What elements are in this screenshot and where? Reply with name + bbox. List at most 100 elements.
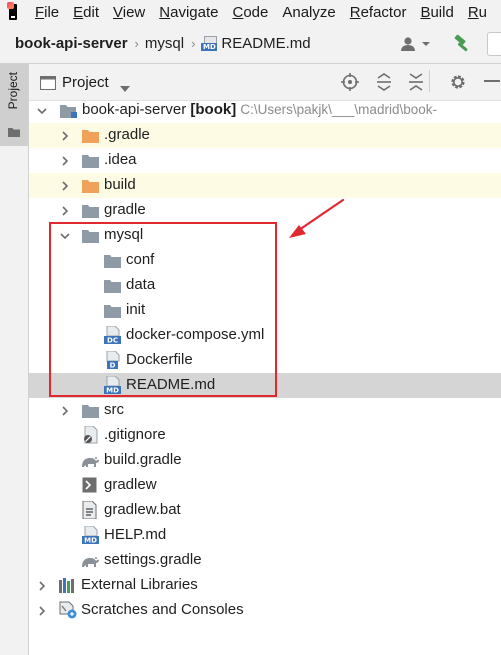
breadcrumb-folder[interactable]: mysql bbox=[145, 35, 184, 52]
breadcrumb-file[interactable]: README.md bbox=[221, 35, 310, 52]
svg-text:MD: MD bbox=[106, 387, 119, 395]
tree-row-mysql[interactable]: mysql bbox=[29, 223, 501, 248]
svg-text:DC: DC bbox=[107, 337, 118, 345]
folder-icon bbox=[8, 124, 20, 142]
orange-folder-icon bbox=[82, 180, 99, 193]
tree-item-label: gradle bbox=[104, 201, 146, 218]
tree-item-label: build bbox=[104, 176, 136, 193]
menu-build[interactable]: Build bbox=[420, 4, 453, 21]
menu-view[interactable]: View bbox=[113, 4, 145, 21]
tree-row-conf[interactable]: conf bbox=[29, 248, 501, 273]
folder-icon bbox=[104, 280, 121, 293]
tree-item-label: .gitignore bbox=[104, 426, 166, 443]
menu-analyze[interactable]: Analyze bbox=[282, 4, 335, 21]
folder-icon bbox=[104, 305, 121, 318]
chevron-right-icon[interactable] bbox=[37, 606, 47, 616]
chevron-down-icon[interactable] bbox=[37, 106, 47, 116]
root-project-name: book-api-server bbox=[82, 101, 187, 118]
project-tab-label: Project bbox=[6, 72, 20, 110]
tree-item-label: .gradle bbox=[104, 126, 150, 143]
build-hammer-icon[interactable] bbox=[452, 34, 472, 58]
folder-icon bbox=[104, 255, 121, 268]
red-arrow-icon bbox=[289, 198, 345, 238]
root-module-name: [book] bbox=[190, 101, 237, 118]
tree-row-build[interactable]: build bbox=[29, 173, 501, 198]
tree-row-root[interactable]: book-api-server [book] C:\Users\pakjk\__… bbox=[29, 98, 501, 123]
dockerfile-icon: D bbox=[106, 351, 120, 369]
menu-edit[interactable]: Edit bbox=[73, 4, 99, 21]
menu-code[interactable]: Code bbox=[232, 4, 268, 21]
tree-item-label: docker-compose.yml bbox=[126, 326, 265, 343]
chevron-right-icon[interactable] bbox=[60, 406, 70, 416]
chevron-right-icon[interactable] bbox=[60, 206, 70, 216]
tool-window-title[interactable]: Project bbox=[62, 74, 109, 91]
tree-row-gradle-cache[interactable]: .gradle bbox=[29, 123, 501, 148]
external-libraries-icon bbox=[59, 578, 74, 593]
gitignore-file-icon bbox=[84, 426, 98, 444]
tree-row-idea[interactable]: .idea bbox=[29, 148, 501, 173]
orange-folder-icon bbox=[82, 130, 99, 143]
tree-item-label: conf bbox=[126, 251, 155, 268]
tree-item-label: gradlew.bat bbox=[104, 501, 181, 518]
menu-run[interactable]: Ru bbox=[468, 4, 487, 21]
tree-row-build-gradle[interactable]: build.gradle bbox=[29, 448, 501, 473]
chevron-right-icon[interactable] bbox=[60, 156, 70, 166]
project-tool-window-header: Project bbox=[29, 64, 501, 101]
tree-item-label: settings.gradle bbox=[104, 551, 202, 568]
docker-compose-file-icon: DC bbox=[104, 326, 121, 344]
tree-item-label: gradlew bbox=[104, 476, 157, 493]
menu-refactor[interactable]: Refactor bbox=[350, 4, 407, 21]
folder-icon bbox=[82, 230, 99, 243]
shell-script-icon bbox=[82, 477, 97, 493]
chevron-right-icon[interactable] bbox=[37, 581, 47, 591]
chevron-down-icon[interactable] bbox=[120, 79, 130, 97]
tree-row-external-libraries[interactable]: External Libraries bbox=[29, 573, 501, 598]
tree-row-src[interactable]: src bbox=[29, 398, 501, 423]
tree-row-settings-gradle[interactable]: settings.gradle bbox=[29, 548, 501, 573]
locate-target-icon[interactable] bbox=[341, 73, 359, 96]
navigation-bar: book-api-server › mysql › MD README.md bbox=[0, 24, 501, 64]
tree-item-label: src bbox=[104, 401, 124, 418]
project-tool-tab[interactable]: Project bbox=[0, 64, 28, 146]
tree-row-init[interactable]: init bbox=[29, 298, 501, 323]
project-view-icon bbox=[40, 76, 56, 95]
tree-row-help-md[interactable]: MD HELP.md bbox=[29, 523, 501, 548]
minimize-icon[interactable] bbox=[484, 80, 500, 82]
breadcrumb-project[interactable]: book-api-server bbox=[15, 35, 128, 52]
gear-icon[interactable] bbox=[449, 73, 467, 96]
module-folder-icon bbox=[60, 105, 77, 118]
tree-item-label: Scratches and Consoles bbox=[81, 601, 244, 618]
menu-navigate[interactable]: Navigate bbox=[159, 4, 218, 21]
tree-row-docker-compose[interactable]: DC docker-compose.yml bbox=[29, 323, 501, 348]
collapse-all-icon[interactable] bbox=[407, 73, 425, 96]
breadcrumb-separator-icon: › bbox=[191, 36, 196, 51]
gradle-elephant-icon bbox=[82, 557, 99, 567]
chevron-right-icon[interactable] bbox=[60, 181, 70, 191]
tree-item-label: mysql bbox=[104, 226, 144, 243]
intellij-logo-icon bbox=[7, 2, 17, 20]
markdown-file-icon: MD bbox=[82, 526, 99, 544]
tree-item-label: data bbox=[126, 276, 156, 293]
tree-row-gradlew-bat[interactable]: gradlew.bat bbox=[29, 498, 501, 523]
project-tree: book-api-server [book] C:\Users\pakjk\__… bbox=[29, 98, 501, 655]
tree-row-gradlew[interactable]: gradlew bbox=[29, 473, 501, 498]
breadcrumb-separator-icon: › bbox=[134, 36, 139, 51]
tree-row-gitignore[interactable]: .gitignore bbox=[29, 423, 501, 448]
user-account-icon[interactable] bbox=[400, 36, 434, 56]
tree-item-label: HELP.md bbox=[104, 526, 167, 543]
chevron-right-icon[interactable] bbox=[60, 131, 70, 141]
menu-file[interactable]: File bbox=[35, 4, 59, 21]
markdown-file-icon: MD bbox=[201, 36, 218, 51]
tree-row-dockerfile[interactable]: D Dockerfile bbox=[29, 348, 501, 373]
tree-row-scratches[interactable]: Scratches and Consoles bbox=[29, 598, 501, 623]
folder-icon bbox=[82, 155, 99, 168]
run-configuration-selector[interactable] bbox=[487, 32, 501, 56]
chevron-down-icon[interactable] bbox=[60, 231, 70, 241]
root-path: C:\Users\pakjk\___\madrid\book- bbox=[240, 102, 437, 117]
tree-row-readme[interactable]: MD README.md bbox=[29, 373, 501, 398]
expand-all-icon[interactable] bbox=[375, 73, 393, 96]
tree-row-data[interactable]: data bbox=[29, 273, 501, 298]
tree-item-label: build.gradle bbox=[104, 451, 182, 468]
tree-row-gradle[interactable]: gradle bbox=[29, 198, 501, 223]
scratches-icon bbox=[59, 601, 77, 619]
